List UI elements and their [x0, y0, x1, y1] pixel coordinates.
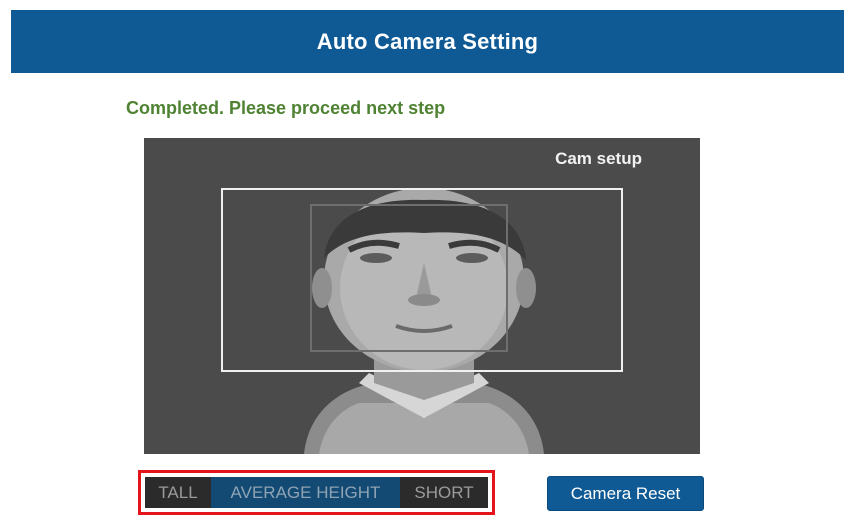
header-bar: Auto Camera Setting — [11, 10, 844, 73]
height-selector: TALL AVERAGE HEIGHT SHORT — [138, 470, 495, 515]
page-title: Auto Camera Setting — [316, 28, 539, 54]
height-option-tall[interactable]: TALL — [145, 477, 211, 508]
status-message: Completed. Please proceed next step — [126, 98, 446, 118]
height-option-average[interactable]: AVERAGE HEIGHT — [211, 477, 400, 508]
camera-guide-frame — [221, 188, 623, 372]
camera-preview: Cam setup — [144, 138, 700, 454]
cam-setup-label: Cam setup — [555, 149, 642, 168]
height-option-short[interactable]: SHORT — [400, 477, 488, 508]
auto-camera-setting-page: Auto Camera Setting Completed. Please pr… — [0, 0, 844, 516]
camera-reset-button[interactable]: Camera Reset — [547, 476, 704, 511]
